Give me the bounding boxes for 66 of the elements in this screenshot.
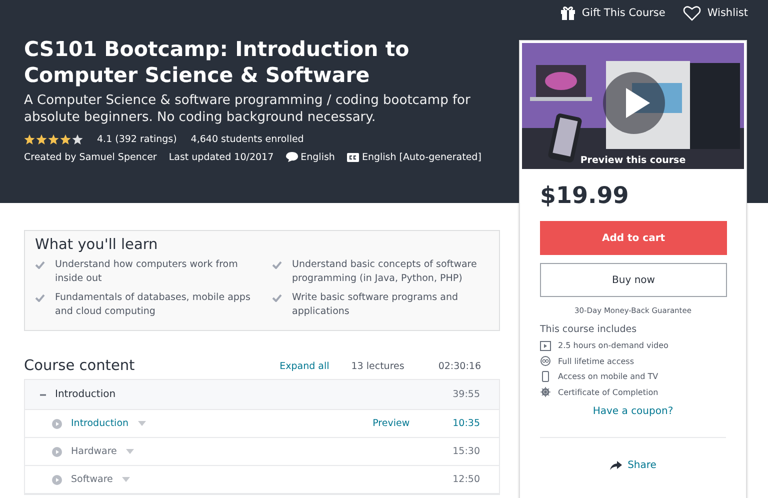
star-icon [48, 134, 59, 144]
total-duration: 02:30:16 [438, 360, 481, 372]
heart-icon [683, 5, 702, 21]
updated-text: Last updated 10/2017 [168, 152, 274, 162]
phone-icon [540, 371, 551, 382]
lecture-row[interactable]: Hardware 15:30 [25, 438, 499, 466]
gift-link[interactable]: Gift This Course [560, 3, 666, 23]
captions-text: English [Auto-generated] [362, 152, 482, 162]
learn-item: Write basic software programs and applications [292, 291, 459, 318]
learn-item: Fundamentals of databases, mobile apps and cloud computing [55, 291, 252, 318]
infinity-icon [540, 356, 551, 366]
captions-icon [346, 152, 359, 162]
gift-icon [560, 5, 576, 21]
lecture-row[interactable]: Software 12:50 [25, 466, 499, 494]
includes-item: Access on mobile and TV [558, 372, 658, 382]
includes-item: 2.5 hours on-demand video [558, 341, 668, 350]
price: $19.99 [540, 183, 630, 209]
lecture-duration: 10:35 [452, 418, 480, 429]
star-icon [24, 134, 35, 144]
coupon-link[interactable]: Have a coupon? [540, 406, 726, 417]
preview-video[interactable]: Preview this course [522, 43, 744, 169]
play-circle-icon [52, 418, 62, 428]
wishlist-link[interactable]: Wishlist [683, 3, 748, 23]
lecture-duration: 15:30 [452, 446, 480, 457]
includes-item: Full lifetime access [558, 356, 634, 366]
share-link[interactable]: Share [540, 460, 726, 471]
lecture-duration: 12:50 [452, 474, 480, 485]
play-button-icon [602, 71, 666, 135]
share-arrow-icon [610, 461, 622, 470]
section-header[interactable]: Introduction 39:55 [25, 380, 499, 410]
add-to-cart-button[interactable]: Add to cart [540, 221, 727, 255]
video-icon [540, 340, 551, 351]
language-text: English [300, 152, 335, 162]
buy-now-button[interactable]: Buy now [540, 263, 727, 297]
lecture-title: Hardware [71, 446, 117, 457]
includes-heading: This course includes [540, 324, 638, 335]
checkmark-icon [35, 294, 45, 302]
lecture-title: Introduction [71, 418, 129, 429]
course-subtitle: A Computer Science & software programming / coding bootcamp for absolute beginners. No coding background necessary. [24, 92, 472, 126]
preview-label: Preview this course [579, 155, 687, 166]
enrolled-count: 4,640 students enrolled [190, 134, 304, 144]
includes-item: Certificate of Completion [558, 388, 658, 397]
checkmark-icon [272, 294, 282, 302]
caret-icon [138, 421, 146, 426]
learn-item: Understand basic concepts of software programming (in Java, Python, PHP) [292, 258, 478, 285]
learn-item: Understand how computers work from inside out [55, 258, 239, 285]
learn-heading: What you'll learn [35, 237, 159, 253]
checkmark-icon [35, 261, 45, 269]
preview-link[interactable]: Preview [372, 418, 410, 429]
course-title: CS101 Bootcamp: Introduction to Computer Science & Software [24, 36, 410, 88]
lecture-row[interactable]: Introduction Preview 10:35 [25, 410, 499, 438]
star-icon [72, 134, 83, 144]
star-icon [60, 134, 71, 144]
play-circle-icon [52, 446, 62, 456]
author-text: Created by Samuel Spencer [24, 152, 157, 162]
lecture-title: Software [71, 474, 113, 485]
course-content-heading: Course content [24, 358, 135, 374]
star-icon [36, 134, 47, 144]
speech-bubble-icon [286, 152, 298, 162]
caret-icon [126, 449, 134, 454]
lecture-count: 13 lectures [351, 360, 404, 372]
expand-all-link[interactable]: Expand all [280, 360, 330, 372]
checkmark-icon [272, 261, 282, 269]
rating-text: 4.1 (392 ratings) [97, 134, 177, 144]
caret-icon [122, 477, 130, 482]
play-circle-icon [52, 474, 62, 484]
